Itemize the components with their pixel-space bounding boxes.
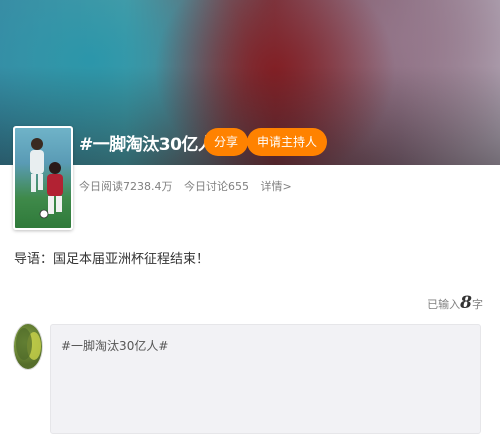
counter-suffix: 字 — [472, 298, 483, 311]
topic-cover-image[interactable] — [13, 126, 73, 230]
apply-host-button[interactable]: 申请主持人 — [247, 128, 328, 156]
details-link[interactable]: 详情> — [261, 180, 292, 193]
topic-stats: 今日阅读7238.4万 今日讨论655 详情> — [79, 178, 300, 194]
post-composer[interactable]: #一脚淘汰30亿人# — [50, 324, 481, 434]
football-player-photo — [30, 138, 63, 219]
user-avatar-icon — [16, 328, 41, 360]
avatar[interactable] — [13, 323, 43, 370]
topic-intro: 导语：国足本届亚洲杯征程结束！ — [14, 252, 210, 267]
today-discussions: 今日讨论655 — [184, 180, 249, 193]
composer-input-text[interactable]: #一脚淘汰30亿人# — [61, 337, 168, 354]
counter-value: 8 — [460, 293, 472, 313]
share-button[interactable]: 分享 — [204, 128, 249, 156]
today-reads: 今日阅读7238.4万 — [79, 180, 173, 193]
counter-prefix: 已输入 — [427, 298, 461, 311]
char-counter: 已输入8字 — [427, 293, 483, 313]
topic-info-panel — [0, 165, 500, 235]
